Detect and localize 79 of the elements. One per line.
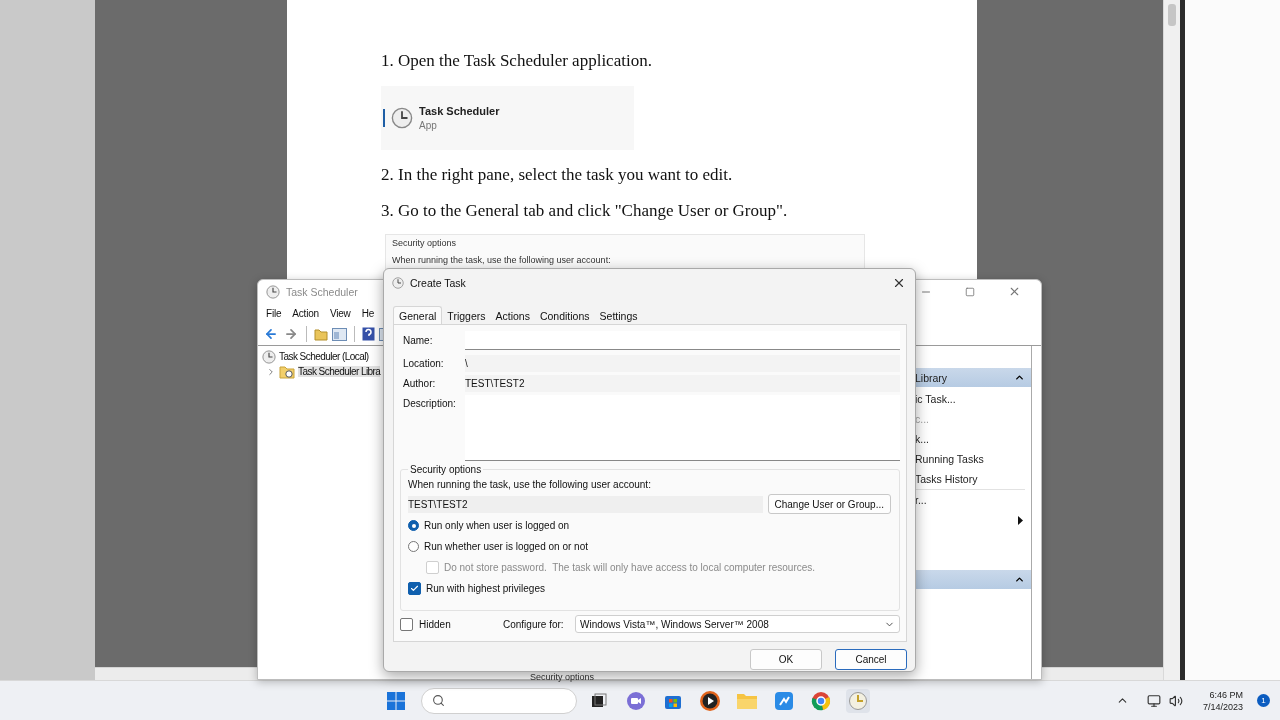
- menu-item[interactable]: Action: [292, 307, 319, 319]
- name-field[interactable]: [465, 331, 900, 350]
- actions-header[interactable]: Library: [915, 368, 1031, 387]
- description-field[interactable]: [465, 395, 900, 461]
- footer-text: Security options: [530, 672, 595, 682]
- expander-icon[interactable]: [266, 366, 276, 377]
- tree-item[interactable]: Task Scheduler (Local): [279, 351, 369, 362]
- app-subtitle: App: [419, 120, 438, 131]
- field-label: Description:: [403, 398, 457, 409]
- tab[interactable]: Settings: [594, 307, 643, 324]
- snippet-text: When running the task, use the following user account:: [392, 255, 612, 265]
- dropdown-value: Windows Vista™, Windows Server™ 2008: [580, 618, 769, 630]
- menu-item[interactable]: He: [361, 307, 374, 319]
- option-label: Run whether user is logged on or not: [424, 541, 588, 552]
- submenu-arrow-icon[interactable]: [1018, 515, 1023, 525]
- menu-item[interactable]: File: [266, 307, 282, 319]
- volume-icon[interactable]: [1168, 693, 1183, 708]
- radio-button[interactable]: [408, 541, 419, 552]
- option-label: Run with highest privileges: [426, 583, 545, 594]
- panel-icon[interactable]: [332, 327, 347, 341]
- window-title: Task Scheduler: [286, 285, 359, 298]
- header-label: Library: [915, 371, 948, 384]
- search-field[interactable]: [421, 687, 577, 714]
- back-icon[interactable]: [263, 326, 279, 342]
- clock-icon: [266, 284, 280, 299]
- network-icon[interactable]: [1146, 693, 1161, 708]
- dialog-button[interactable]: OK: [750, 649, 822, 670]
- notification-badge[interactable]: 1: [1257, 694, 1270, 707]
- forward-icon[interactable]: [283, 326, 299, 342]
- search-icon: [432, 694, 445, 707]
- clock-icon: [391, 107, 413, 129]
- folder-clock-icon: [279, 364, 295, 379]
- step-text: 3. Go to the General tab and click "Change User or Group".: [381, 200, 788, 222]
- group-title: Security options: [409, 464, 483, 475]
- field-label: Author:: [403, 378, 437, 389]
- field-label: Configure for:: [503, 618, 565, 630]
- play-icon[interactable]: [698, 688, 722, 713]
- pane-entry[interactable]: k...: [915, 433, 929, 445]
- clock-time[interactable]: 6:46 PM: [1209, 688, 1243, 701]
- clock-icon: [392, 277, 404, 289]
- help-icon[interactable]: [362, 327, 375, 341]
- clock-icon[interactable]: [846, 688, 870, 713]
- account-prompt: When running the task, use the following user account:: [408, 478, 652, 490]
- pane-entry[interactable]: ic Task...: [915, 393, 956, 405]
- pane-entry[interactable]: Running Tasks: [915, 453, 984, 465]
- field-label: Location:: [403, 358, 445, 369]
- checkbox-label: Hidden: [419, 618, 452, 630]
- menu-item[interactable]: View: [329, 307, 351, 319]
- option-label: Run only when user is logged on: [424, 520, 570, 531]
- app-title: Task Scheduler: [419, 105, 500, 117]
- close-icon[interactable]: [892, 276, 906, 290]
- tab[interactable]: Conditions: [534, 307, 595, 324]
- pane-entry[interactable]: Tasks History: [915, 473, 978, 485]
- dialog-button[interactable]: Cancel: [835, 649, 907, 670]
- snippet-title: Security options: [392, 238, 458, 248]
- tree-item[interactable]: Task Scheduler Libra: [298, 366, 381, 377]
- pane-entry[interactable]: r...: [915, 494, 927, 506]
- radio-button[interactable]: [408, 520, 419, 531]
- clock-icon: [262, 349, 276, 364]
- collapse-icon[interactable]: [1014, 574, 1025, 585]
- checkbox[interactable]: [400, 617, 413, 631]
- configure-dropdown[interactable]: Windows Vista™, Windows Server™ 2008: [575, 615, 900, 633]
- step-text: 2. In the right pane, select the task you want to edit.: [381, 164, 733, 186]
- check-icon: [410, 584, 419, 593]
- change-user-button[interactable]: Change User or Group...: [767, 494, 891, 514]
- collapse-icon[interactable]: [1014, 372, 1025, 383]
- folder-icon[interactable]: [314, 327, 328, 341]
- option-label: Do not store password. The task will only have access to local computer resources.: [444, 562, 816, 573]
- clock-date[interactable]: 7/14/2023: [1202, 700, 1243, 713]
- tab[interactable]: Actions: [490, 307, 535, 324]
- field-label: Name:: [403, 335, 434, 346]
- dialog-title: Create Task: [410, 277, 467, 289]
- tab[interactable]: Triggers: [442, 307, 491, 324]
- checkbox[interactable]: [408, 582, 421, 595]
- author-value: TEST\TEST2: [465, 375, 900, 392]
- location-value: \: [465, 355, 900, 372]
- account-value: TEST\TEST2: [408, 495, 763, 513]
- maximize-icon[interactable]: [965, 286, 975, 297]
- step-text: 1. Open the Task Scheduler application.: [381, 50, 652, 72]
